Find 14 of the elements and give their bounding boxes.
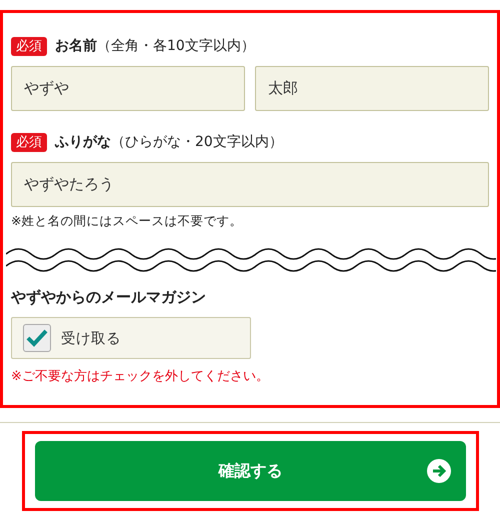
confirm-button[interactable]: 確認する (35, 441, 466, 501)
required-badge: 必須 (11, 132, 47, 152)
field-label: お名前（全角・各10文字以内） (55, 37, 255, 55)
arrow-right-icon (427, 459, 451, 483)
required-badge: 必須 (11, 36, 47, 56)
field-label: ふりがな（ひらがな・20文字以内） (55, 133, 283, 151)
input-field[interactable]: やずやたろう (11, 162, 489, 207)
warning-text: ※ご不要な方はチェックを外してください。 (11, 368, 270, 385)
section-title: やずやからのメールマガジン (11, 288, 207, 307)
note-text: ※姓と名の間にはスペースは不要です。 (11, 213, 244, 230)
checkbox-option[interactable]: 受け取る (11, 317, 251, 359)
input-field[interactable]: やずや (11, 66, 245, 111)
input-field[interactable]: 太郎 (255, 66, 489, 111)
checkbox[interactable] (23, 324, 51, 352)
